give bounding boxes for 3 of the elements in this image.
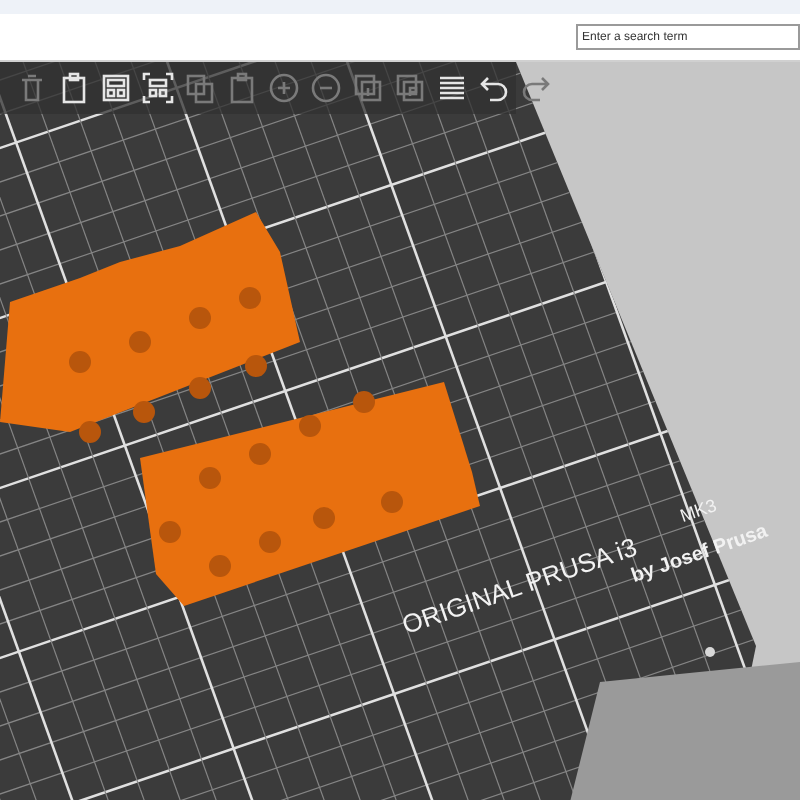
arrange-selection-icon[interactable] xyxy=(138,70,178,106)
bed-model-text: MK3 xyxy=(677,495,719,526)
printed-part[interactable] xyxy=(0,212,300,443)
